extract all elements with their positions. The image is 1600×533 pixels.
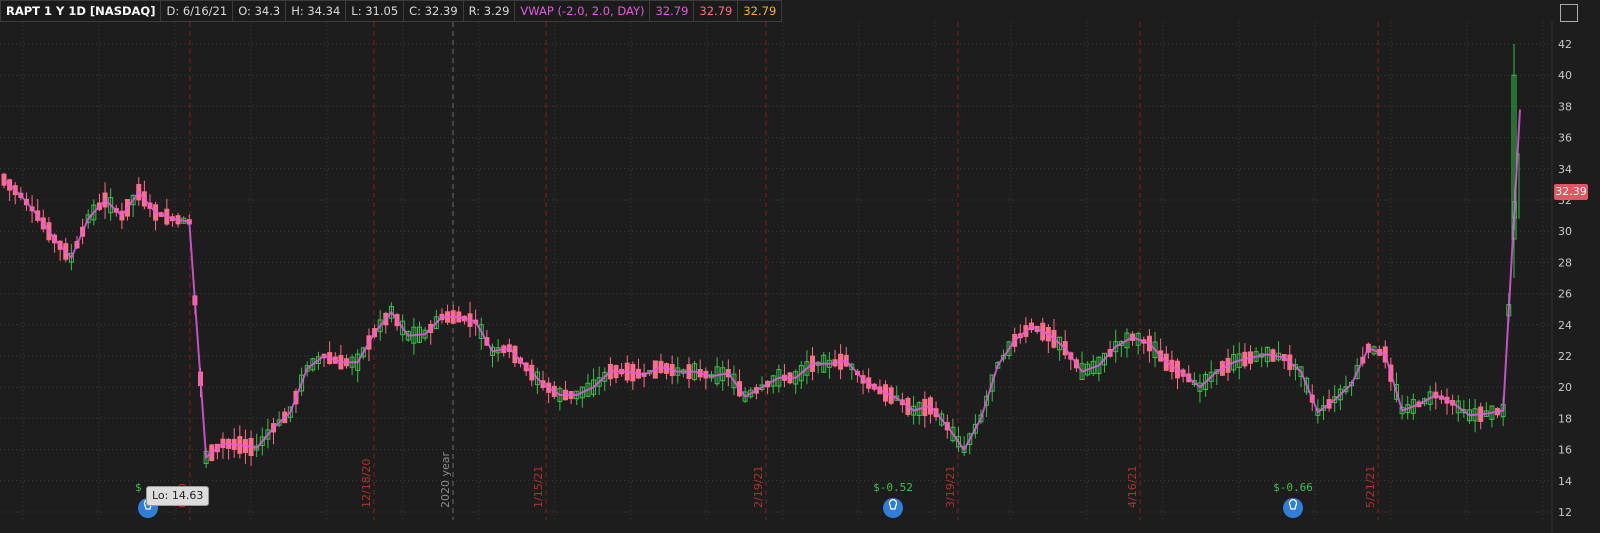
- y-tick-label: 30: [1558, 225, 1572, 238]
- y-tick-label: 16: [1558, 444, 1572, 457]
- y-tick-label: 38: [1558, 100, 1572, 113]
- low-bubble: Lo: 14.63: [146, 486, 210, 506]
- date-readout: D: 6/16/21: [161, 0, 234, 22]
- low-readout: L: 31.05: [346, 0, 405, 22]
- x-date-label: 3/19/21: [944, 466, 957, 508]
- earnings-label: $: [135, 481, 142, 494]
- y-tick-label: 26: [1558, 288, 1572, 301]
- y-tick-label: 12: [1558, 506, 1572, 519]
- symbol-label[interactable]: RAPT 1 Y 1D [NASDAQ]: [0, 0, 162, 22]
- earnings-label: $-0.66: [1273, 481, 1313, 494]
- vwap-upper-value: 32.79: [694, 0, 739, 22]
- y-tick-label: 24: [1558, 319, 1572, 332]
- high-readout: H: 34.34: [286, 0, 347, 22]
- y-tick-label: 22: [1558, 350, 1572, 363]
- vwap-line: [3, 109, 1521, 460]
- close-readout: C: 32.39: [404, 0, 464, 22]
- earnings-label: $-0.52: [873, 481, 913, 494]
- x-date-label: 1/15/21: [532, 466, 545, 508]
- y-tick-label: 28: [1558, 256, 1572, 269]
- y-tick-label: 20: [1558, 381, 1572, 394]
- open-readout: O: 34.3: [233, 0, 287, 22]
- y-tick-label: 40: [1558, 69, 1572, 82]
- vwap-lower-value: 32.79: [738, 0, 783, 22]
- x-date-label: 4/16/21: [1126, 466, 1139, 508]
- earnings-bulb-icon: [1283, 498, 1303, 518]
- x-date-label: 5/21/21: [1364, 466, 1377, 508]
- earnings-bulb-icon: [883, 498, 903, 518]
- y-tick-label: 18: [1558, 412, 1572, 425]
- y-tick-label: 34: [1558, 163, 1572, 176]
- chart-header: RAPT 1 Y 1D [NASDAQ] D: 6/16/21 O: 34.3 …: [0, 0, 783, 22]
- y-tick-label: 14: [1558, 475, 1572, 488]
- last-price-tag: 32.39: [1554, 184, 1588, 200]
- y-tick-label: 36: [1558, 132, 1572, 145]
- x-date-label: 12/18/20: [360, 459, 373, 508]
- price-chart[interactable]: 121416182022242628303234363840420/2012/1…: [0, 0, 1600, 533]
- y-tick-label: 42: [1558, 38, 1572, 51]
- range-readout: R: 3.29: [463, 0, 516, 22]
- vwap-study-label[interactable]: VWAP (-2.0, 2.0, DAY): [515, 0, 651, 22]
- x-date-label: 2020 year: [439, 451, 452, 508]
- x-date-label: 2/19/21: [752, 466, 765, 508]
- vwap-value: 32.79: [650, 0, 695, 22]
